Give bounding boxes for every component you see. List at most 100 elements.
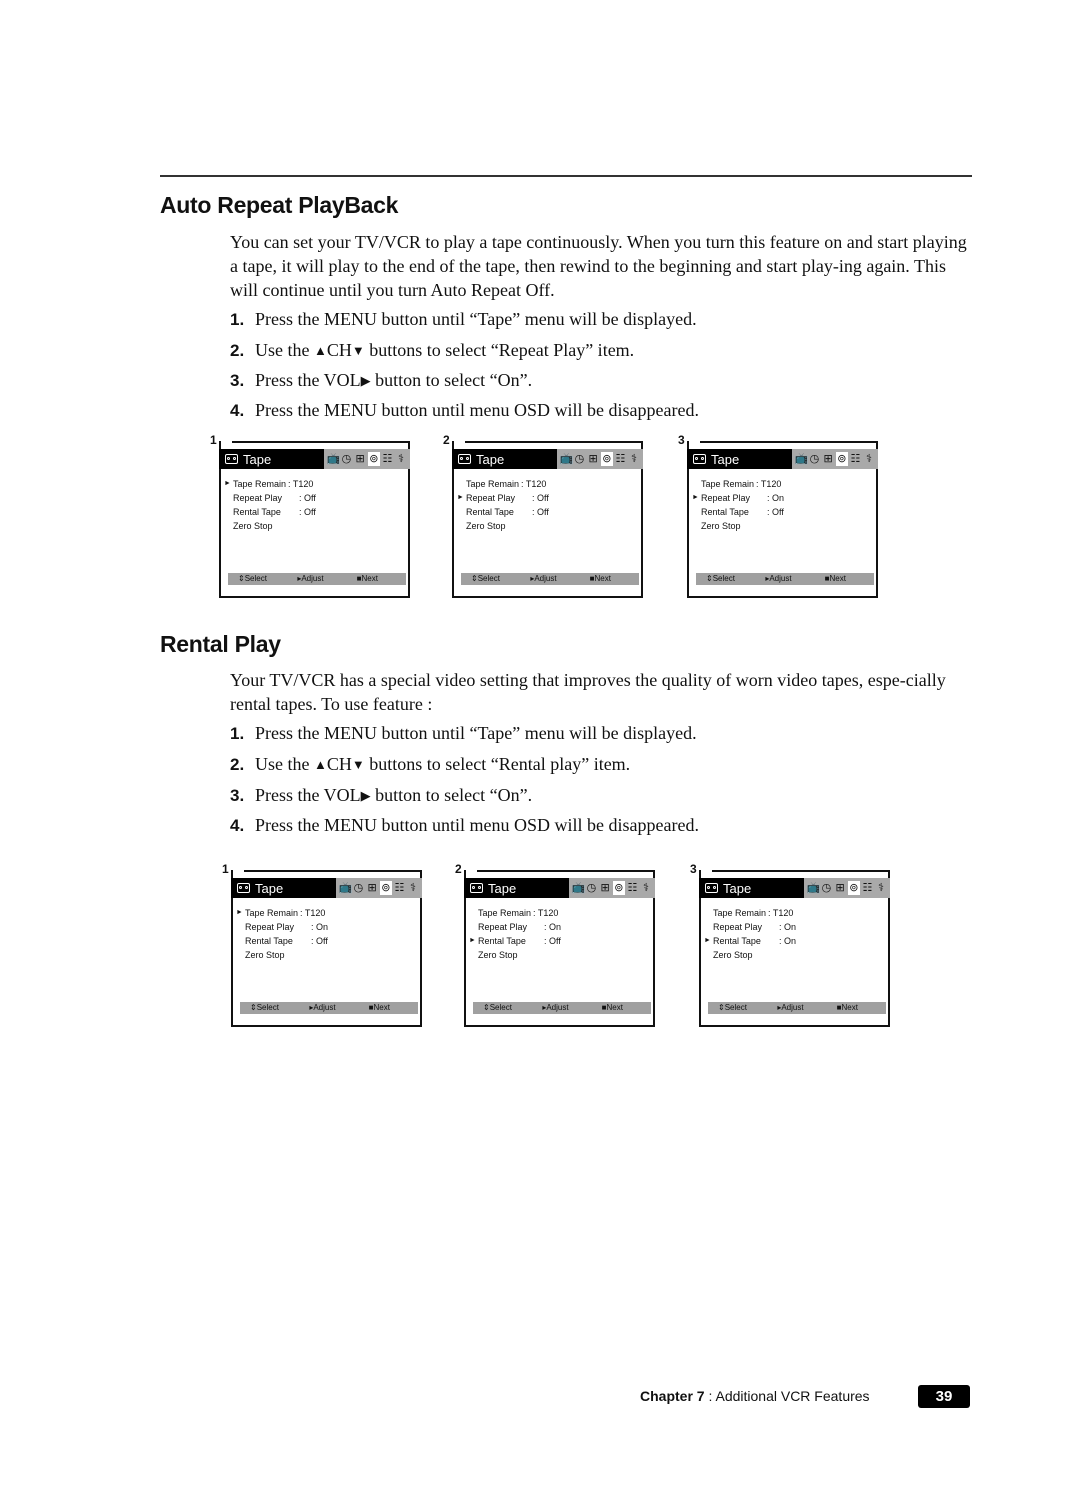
pointer-icon	[457, 505, 466, 519]
pointer-icon	[236, 948, 245, 962]
tape-icon	[225, 454, 238, 464]
osd-menu-item: ► Tape Remain: T120	[236, 906, 328, 920]
osd-title: Tape	[488, 880, 517, 896]
osd-item-name: Repeat Play	[245, 922, 295, 932]
osd-item-value: : On	[544, 922, 562, 932]
section-title-rental-play: Rental Play	[160, 631, 281, 657]
tape-icon: ⊚	[612, 881, 625, 895]
osd-item-name: Rental Tape	[245, 936, 293, 946]
pointer-icon	[224, 519, 233, 533]
osd-item-name: Zero Stop	[713, 950, 753, 960]
adjust-hint: ▸Adjust	[777, 1003, 804, 1012]
section-intro-auto-repeat: You can set your TV/VCR to play a tape c…	[230, 232, 967, 300]
osd-item-value: : Off	[299, 493, 316, 503]
osd-menu-item: Zero Stop	[224, 519, 316, 533]
osd-title: Tape	[243, 451, 272, 467]
gift-icon: ⊞	[588, 452, 598, 465]
osd-item-value: : T120	[533, 908, 559, 918]
pointer-icon	[469, 948, 478, 962]
right-arrow-icon: ▶	[360, 788, 371, 803]
osd-screen: 3 Tape 📺 ◷ ⊞ ⊚ ☷ ⚕ Tape Remain: T120 Repeat Play:…	[690, 862, 890, 1027]
up-arrow-icon: ▲	[313, 343, 327, 358]
osd-item-value: : On	[779, 936, 797, 946]
osd-menu-item: Repeat Play : On	[469, 920, 561, 934]
osd-menu-list: Tape Remain: T120 ► Repeat Play: Off Rental…	[457, 477, 549, 533]
tv-icon: 📺	[806, 881, 821, 894]
tape-icon	[705, 883, 718, 893]
osd-menu-list: ► Tape Remain: T120 Repeat Play: On Rental …	[236, 906, 328, 962]
next-hint: ■Next	[356, 574, 378, 583]
osd-menu-item: Repeat Play: On	[704, 920, 796, 934]
osd-item-value: : Off	[311, 936, 328, 946]
pointer-icon	[469, 920, 478, 934]
select-hint: ⇕Select	[250, 1003, 279, 1012]
osd-menu-item: Repeat Play: On	[236, 920, 328, 934]
osd-menu-item: Tape Remain: T120	[692, 477, 784, 491]
osd-header: Tape 📺 ◷ ⊞ ⊚ ☷ ⚕	[231, 878, 422, 898]
pointer-icon	[704, 920, 713, 934]
osd-menu-icons: 📺 ◷ ⊞ ⊚ ☷ ⚕	[792, 449, 878, 469]
osd-header: Tape 📺 ◷ ⊞ ⊚ ☷ ⚕	[452, 449, 643, 469]
osd-title-bar: Tape	[464, 878, 569, 898]
tv-icon: 📺	[794, 452, 809, 465]
osd-item-name: Zero Stop	[245, 950, 285, 960]
osd-title: Tape	[476, 451, 505, 467]
gift-icon: ⊞	[367, 881, 377, 894]
osd-menu-list: ► Tape Remain: T120 Repeat Play: Off Rental…	[224, 477, 316, 533]
osd-header: Tape 📺 ◷ ⊞ ⊚ ☷ ⚕	[699, 878, 890, 898]
chapter-title: : Additional VCR Features	[704, 1388, 870, 1404]
osd-item-name: Tape Remain	[701, 479, 755, 489]
pointer-icon: ►	[469, 937, 476, 944]
osd-menu-icons: 📺 ◷ ⊞ ⊚ ☷ ⚕	[804, 878, 890, 898]
osd-menu-item: ► Repeat Play: Off	[457, 491, 549, 505]
osd-menu-list: Tape Remain: T120 ► Repeat Play: On Rental …	[692, 477, 784, 533]
osd-menu-item: Zero Stop	[236, 948, 328, 962]
tool-icon: ⚕	[631, 452, 638, 465]
osd-menu-item: Rental Tape : Off	[236, 934, 328, 948]
tape-icon: ⊚	[835, 452, 848, 466]
page-footer: Chapter 7 : Additional VCR Features	[640, 1386, 870, 1406]
osd-screen: 3 Tape 📺 ◷ ⊞ ⊚ ☷ ⚕ Tape Remain: T120 ► Repeat Play…	[678, 433, 878, 598]
osd-screen: 2 Tape 📺 ◷ ⊞ ⊚ ☷ ⚕ Tape Remain: T120 ► Repeat Play…	[443, 433, 643, 598]
step-4: 4. Press the MENU button until menu OSD w…	[230, 400, 699, 420]
step-4: 4. Press the MENU button until menu OSD w…	[230, 815, 699, 835]
adjust-hint: ▸Adjust	[530, 574, 557, 583]
top-rule	[160, 175, 972, 177]
pointer-icon	[692, 505, 701, 519]
pointer-icon: ►	[692, 494, 699, 501]
osd-title-bar: Tape	[699, 878, 804, 898]
down-arrow-icon: ▼	[351, 757, 365, 772]
tool-icon: ⚕	[410, 881, 417, 894]
osd-title: Tape	[255, 880, 284, 896]
tape-icon	[237, 883, 250, 893]
osd-item-name: Repeat Play	[478, 922, 528, 932]
osd-menu-item: Zero Stop	[704, 948, 796, 962]
osd-help-bar: ⇕Select ▸Adjust ■Next	[708, 1002, 886, 1014]
tool-icon: ⚕	[643, 881, 650, 894]
osd-menu-item: Rental Tape: Off	[224, 505, 316, 519]
osd-title-bar: Tape	[231, 878, 336, 898]
pointer-icon	[236, 934, 245, 948]
osd-item-value: : Off	[299, 507, 316, 517]
setup-icon: ☷	[615, 452, 626, 465]
osd-menu-item: ► Rental Tape: Off	[469, 934, 561, 948]
osd-help-bar: ⇕Select ▸Adjust ■Next	[228, 573, 406, 585]
tape-icon: ⊚	[847, 881, 860, 895]
osd-item-name: Tape Remain	[233, 479, 287, 489]
adjust-hint: ▸Adjust	[765, 574, 792, 583]
setup-icon: ☷	[850, 452, 861, 465]
page-number: 39	[918, 1385, 970, 1408]
step-2: 2. Use the ▲CH▼ buttons to select “Rental…	[230, 754, 631, 774]
osd-item-value: : T120	[521, 479, 547, 489]
osd-item-value: : Off	[532, 507, 549, 517]
gift-icon: ⊞	[355, 452, 365, 465]
osd-screen: 1 Tape 📺 ◷ ⊞ ⊚ ☷ ⚕ ► Tape Remain: T120 Repeat Play…	[210, 433, 410, 598]
osd-menu-item: Zero Stop	[692, 519, 784, 533]
step-2: 2. Use the ▲CH▼ buttons to select “Repeat…	[230, 340, 635, 360]
step-1: 1. Press the MENU button until “Tape” men…	[230, 723, 697, 743]
osd-header: Tape 📺 ◷ ⊞ ⊚ ☷ ⚕	[464, 878, 655, 898]
tv-icon: 📺	[326, 452, 341, 465]
tv-icon: 📺	[338, 881, 353, 894]
pointer-icon	[457, 519, 466, 533]
adjust-hint: ▸Adjust	[297, 574, 324, 583]
